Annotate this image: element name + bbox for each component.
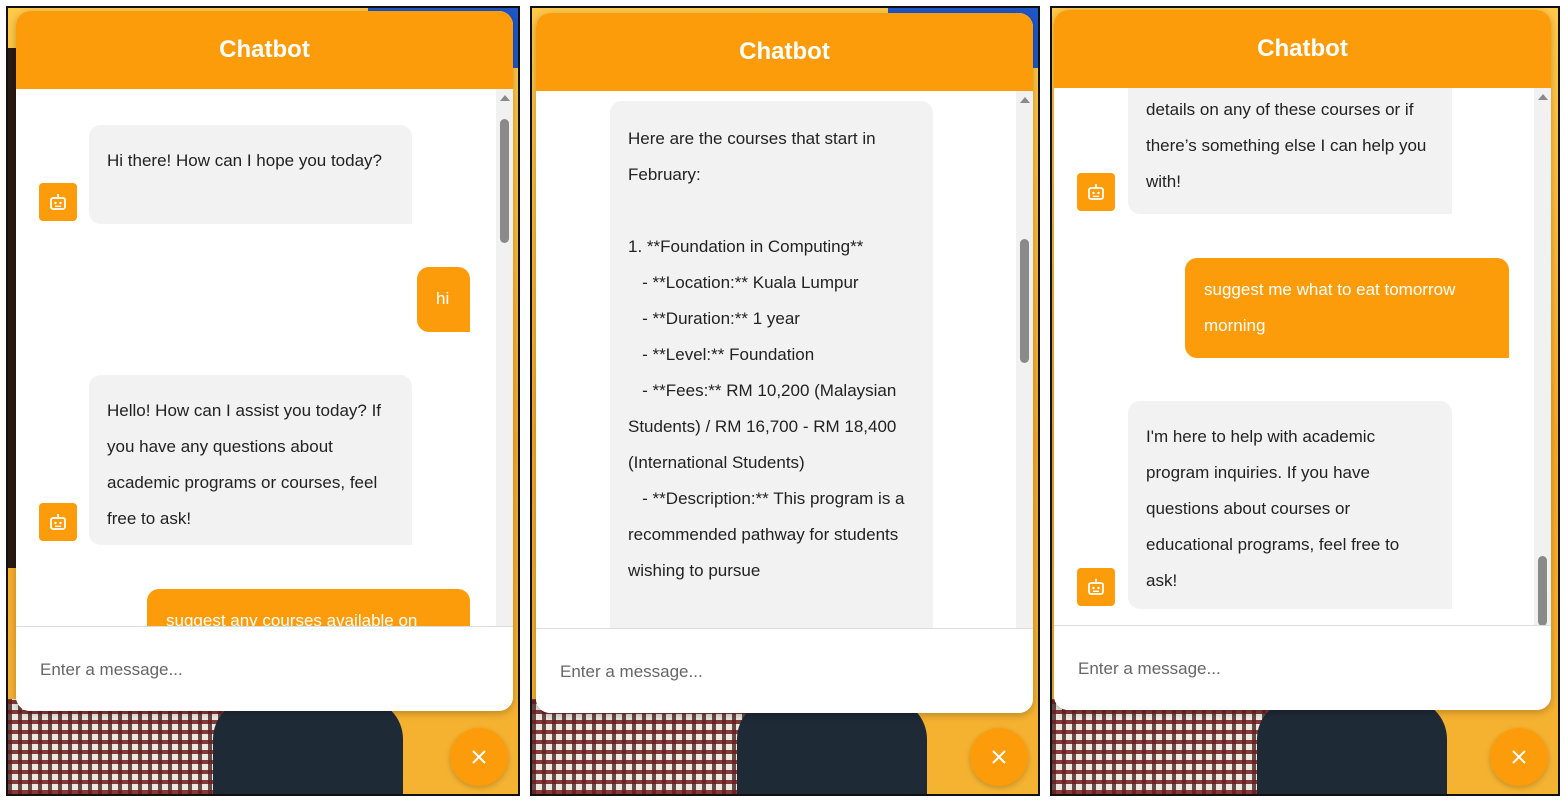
close-chat-button[interactable] (450, 728, 508, 786)
robot-icon (1088, 184, 1104, 200)
chat-screenshot-panel-1: Chatbot Hi there! How can I hope you tod… (6, 6, 520, 796)
scrollbar[interactable] (496, 89, 513, 627)
message-list[interactable]: Here are the courses that start in Febru… (536, 91, 1016, 629)
message-input[interactable] (558, 653, 1002, 691)
bot-message: I'm here to help with academic program i… (1128, 401, 1452, 609)
background-jacket (1257, 699, 1447, 794)
chatbot-title: Chatbot (739, 38, 830, 65)
message-list[interactable]: Hi there! How can I hope you today? hi H… (16, 89, 496, 627)
background-jacket (737, 699, 927, 794)
message-input-area (536, 628, 1033, 713)
scrollbar-thumb[interactable] (1538, 556, 1547, 626)
chatbot-header: Chatbot (16, 11, 513, 89)
close-icon (992, 750, 1006, 764)
chat-screenshot-panel-2: Chatbot Here are the courses that start … (530, 6, 1040, 796)
message-list[interactable]: details on any of these courses or if th… (1054, 88, 1534, 626)
robot-icon (50, 514, 66, 530)
chevron-up-icon[interactable] (500, 95, 510, 101)
bot-avatar (39, 503, 77, 541)
chevron-up-icon[interactable] (1020, 97, 1030, 103)
chatbot-window: Chatbot Here are the courses that start … (536, 13, 1033, 713)
close-icon (1512, 750, 1526, 764)
user-message: suggest any courses available on (147, 589, 470, 627)
close-icon (472, 750, 486, 764)
scrollbar-thumb[interactable] (1020, 239, 1029, 363)
chatbot-window: Chatbot details on any of these courses … (1054, 10, 1551, 710)
bot-avatar (1077, 173, 1115, 211)
bot-message: details on any of these courses or if th… (1128, 88, 1452, 214)
background-checkered-shirt (8, 699, 238, 794)
bot-avatar (1077, 568, 1115, 606)
scrollbar[interactable] (1016, 91, 1033, 629)
message-input-area (1054, 625, 1551, 710)
chevron-up-icon[interactable] (1538, 94, 1548, 100)
message-input[interactable] (38, 651, 482, 689)
close-chat-button[interactable] (970, 728, 1028, 786)
scrollbar-thumb[interactable] (500, 119, 509, 243)
message-input-area (16, 626, 513, 711)
chatbot-header: Chatbot (536, 13, 1033, 91)
chatbot-header: Chatbot (1054, 10, 1551, 88)
chat-screenshot-panel-3: Chatbot details on any of these courses … (1050, 6, 1560, 796)
scrollbar[interactable] (1534, 88, 1551, 626)
background-checkered-shirt (532, 699, 762, 794)
close-chat-button[interactable] (1490, 728, 1548, 786)
robot-icon (1088, 579, 1104, 595)
user-message: suggest me what to eat tomorrow morning (1185, 258, 1509, 358)
bot-message: Hi there! How can I hope you today? (89, 125, 412, 224)
message-input[interactable] (1076, 650, 1520, 688)
user-message: hi (417, 267, 470, 332)
chatbot-title: Chatbot (219, 36, 310, 63)
bot-message: Here are the courses that start in Febru… (610, 101, 933, 629)
robot-icon (50, 194, 66, 210)
chatbot-window: Chatbot Hi there! How can I hope you tod… (16, 11, 513, 711)
bot-avatar (39, 183, 77, 221)
background-checkered-shirt (1052, 699, 1282, 794)
chatbot-title: Chatbot (1257, 35, 1348, 62)
bot-message: Hello! How can I assist you today? If yo… (89, 375, 412, 545)
background-jacket (213, 699, 403, 794)
